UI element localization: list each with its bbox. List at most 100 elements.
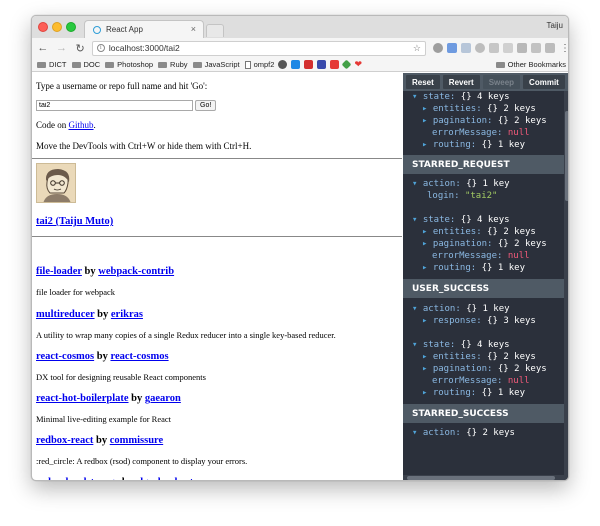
github-link[interactable]: Github [69,120,94,130]
code-on-github: Code on Github. [36,120,96,130]
minimize-window-button[interactable] [52,22,62,32]
extension-icon[interactable] [517,43,527,53]
collapsed-arrow-icon[interactable]: ▸ [422,140,427,150]
extension-icon[interactable] [461,43,471,53]
user-avatar [36,163,76,203]
bookmark-icon[interactable] [304,60,314,69]
expanded-arrow-icon[interactable]: ▾ [412,215,417,225]
user-profile-link[interactable]: tai2 (Taiju Muto) [36,216,113,227]
owner-link[interactable]: gaearon [145,393,181,404]
site-info-icon[interactable]: i [96,44,105,52]
owner-link[interactable]: react-cosmos [110,351,168,362]
collapsed-arrow-icon[interactable]: ▸ [422,316,427,326]
extension-icon[interactable] [545,43,555,53]
devtools-horizontal-scrollbar[interactable] [403,475,564,480]
bookmark-icon[interactable] [278,60,288,69]
action-node[interactable]: ▾ action: {} 1 key [412,179,510,189]
tab-react-app[interactable]: React App × [84,20,204,38]
routing-node[interactable]: ▸ routing: {} 1 key [422,388,525,398]
bookmark-star-icon[interactable]: ☆ [413,43,421,54]
pagination-node[interactable]: ▸ pagination: {} 2 keys [422,364,547,374]
state-node[interactable]: ▾ state: {} 4 keys [412,340,510,350]
expanded-arrow-icon[interactable]: ▾ [412,179,417,189]
bookmark-icon[interactable] [341,59,352,70]
extension-icon[interactable] [489,43,499,53]
action-node[interactable]: ▾ action: {} 1 key [412,304,510,314]
maximize-window-button[interactable] [66,22,76,32]
owner-link[interactable]: webpack-contrib [98,266,174,277]
extension-icon[interactable] [531,43,541,53]
bookmark-ompf2[interactable]: ompf2 [244,60,274,69]
collapsed-arrow-icon[interactable]: ▸ [422,116,427,126]
revert-button[interactable]: Revert [442,75,480,89]
action-header-starred-success[interactable]: STARRED_SUCCESS [403,404,564,423]
state-node[interactable]: ▾ state: {} 4 keys [412,92,510,102]
owner-link[interactable]: commissure [110,435,163,446]
collapsed-arrow-icon[interactable]: ▸ [422,388,427,398]
forward-button[interactable]: → [54,40,70,56]
expanded-arrow-icon[interactable]: ▾ [412,340,417,350]
repo-link[interactable]: file-loader [36,266,82,277]
bookmark-folder-photoshop[interactable]: Photoshop [105,60,153,69]
expanded-arrow-icon[interactable]: ▾ [412,92,417,102]
devtools-vertical-scrollbar[interactable] [564,91,568,480]
other-bookmarks[interactable]: Other Bookmarks [495,60,566,69]
extension-info-icon[interactable] [433,43,443,53]
bookmark-folder-doc[interactable]: DOC [71,60,100,69]
repo-link[interactable]: redux-localstorage [36,477,119,480]
owner-link[interactable]: erikras [111,309,143,320]
extension-icon[interactable] [475,43,485,53]
entities-node[interactable]: ▸ entities: {} 2 keys [422,104,536,114]
close-window-button[interactable] [38,22,48,32]
routing-node[interactable]: ▸ routing: {} 1 key [422,263,525,273]
entities-node[interactable]: ▸ entities: {} 2 keys [422,352,536,362]
collapsed-arrow-icon[interactable]: ▸ [422,104,427,114]
page-content: Type a username or repo full name and hi… [32,73,402,480]
repo-link[interactable]: multireducer [36,309,95,320]
collapsed-arrow-icon[interactable]: ▸ [422,364,427,374]
action-header-starred-request[interactable]: STARRED_REQUEST [403,155,564,174]
action-header-user-success[interactable]: USER_SUCCESS [403,279,564,298]
scroll-thumb[interactable] [565,111,568,201]
bookmark-folder-javascript[interactable]: JavaScript [192,60,240,69]
extension-icon[interactable] [503,43,513,53]
repo-link[interactable]: react-hot-boilerplate [36,393,129,404]
sweep-button[interactable]: Sweep [482,75,521,89]
response-node[interactable]: ▸ response: {} 3 keys [422,316,536,326]
collapsed-arrow-icon[interactable]: ▸ [422,352,427,362]
pagination-node[interactable]: ▸ pagination: {} 2 keys [422,239,547,249]
extension-icon[interactable] [447,43,457,53]
collapsed-arrow-icon[interactable]: ▸ [422,239,427,249]
scroll-thumb[interactable] [407,476,555,480]
expanded-arrow-icon[interactable]: ▾ [412,304,417,314]
address-bar[interactable]: i localhost:3000/tai2 ☆ [91,40,426,56]
bookmark-folder-dict[interactable]: DICT [37,60,67,69]
routing-node[interactable]: ▸ routing: {} 1 key [422,140,525,150]
new-tab-button[interactable] [206,24,224,37]
bookmark-icon[interactable] [330,60,340,69]
bookmark-icon[interactable] [291,60,301,69]
bookmark-folder-ruby[interactable]: Ruby [158,60,188,69]
bookmark-icon[interactable] [317,60,327,69]
commit-button[interactable]: Commit [523,75,565,89]
reload-button[interactable]: ↻ [72,40,88,56]
reset-button[interactable]: Reset [406,75,440,89]
repo-search-input[interactable] [36,100,193,111]
action-node[interactable]: ▾ action: {} 2 keys [412,428,515,438]
heart-icon[interactable]: ❤ [354,60,363,69]
owner-link[interactable]: elgerlambert [136,477,194,480]
profile-name[interactable]: Taiju [547,21,563,30]
collapsed-arrow-icon[interactable]: ▸ [422,263,427,273]
tab-close-icon[interactable]: × [191,24,196,34]
repo-link[interactable]: react-cosmos [36,351,94,362]
expanded-arrow-icon[interactable]: ▾ [412,428,417,438]
browser-menu-icon[interactable]: ⋮ [560,43,568,54]
collapsed-arrow-icon[interactable]: ▸ [422,227,427,237]
state-node[interactable]: ▾ state: {} 4 keys [412,215,510,225]
entities-node[interactable]: ▸ entities: {} 2 keys [422,227,536,237]
back-button[interactable]: ← [35,40,51,56]
error-message-field: errorMessage: null [432,251,530,261]
pagination-node[interactable]: ▸ pagination: {} 2 keys [422,116,547,126]
repo-link[interactable]: redbox-react [36,435,93,446]
go-button[interactable]: Go! [195,100,217,111]
